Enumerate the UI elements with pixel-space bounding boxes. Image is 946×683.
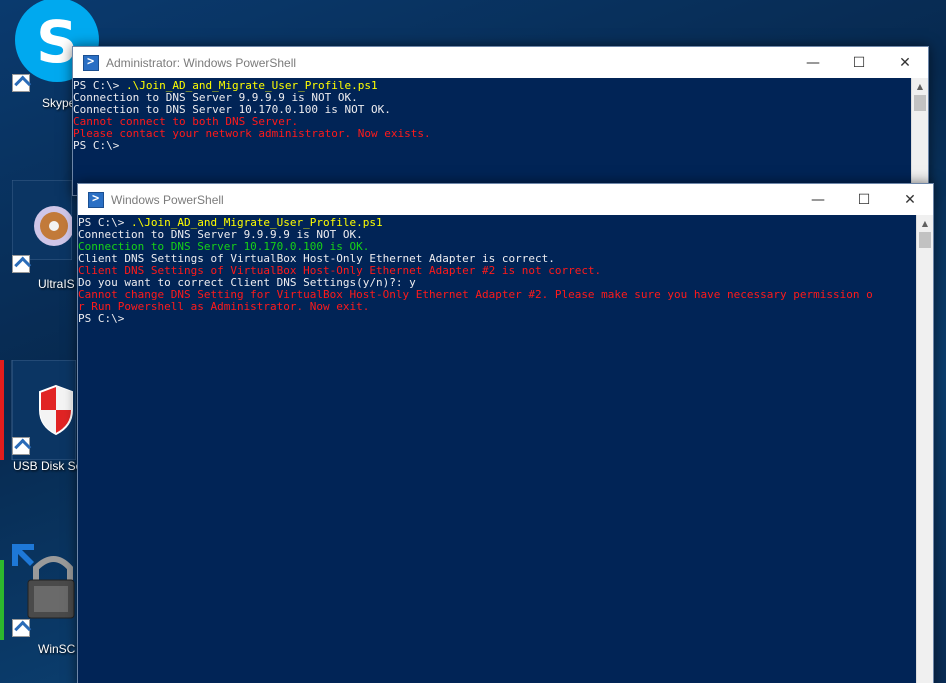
desktop-icon-label: UltraIS — [38, 277, 75, 291]
scroll-thumb[interactable] — [919, 232, 931, 248]
desktop-icon-label: USB Disk Se — [13, 459, 83, 473]
console-output[interactable]: PS C:\> .\Join_AD_and_Migrate_User_Profi… — [78, 215, 916, 683]
maximize-button[interactable]: ☐ — [836, 47, 882, 78]
shortcut-arrow-icon — [12, 619, 30, 637]
window-title: Administrator: Windows PowerShell — [106, 55, 297, 70]
powershell-window[interactable]: Windows PowerShell — ☐ ✕ PS C:\> .\Join_… — [77, 183, 934, 683]
powershell-icon — [88, 191, 104, 208]
console-line: r Run Powershell as Administrator. Now e… — [78, 301, 916, 313]
vertical-scrollbar[interactable]: ▲ — [916, 215, 933, 683]
scroll-up-arrow-icon[interactable]: ▲ — [912, 78, 928, 95]
vertical-scrollbar[interactable]: ▲ — [911, 78, 928, 195]
shortcut-arrow-icon — [12, 437, 30, 455]
desktop-icon-label: WinSC — [38, 642, 76, 656]
scroll-thumb[interactable] — [914, 95, 926, 111]
close-button[interactable]: ✕ — [887, 184, 933, 215]
window-title: Windows PowerShell — [111, 192, 224, 207]
shortcut-arrow-icon — [12, 255, 30, 273]
title-bar[interactable]: Windows PowerShell — ☐ ✕ — [78, 184, 933, 215]
maximize-button[interactable]: ☐ — [841, 184, 887, 215]
line-text: PS C:\> — [78, 312, 125, 325]
title-bar[interactable]: Administrator: Windows PowerShell — ☐ ✕ — [73, 47, 928, 78]
line-text: Please contact your network administrato… — [73, 127, 431, 140]
line-text: PS C:\> — [73, 139, 120, 152]
console-line: PS C:\> — [78, 313, 916, 325]
console-line: Please contact your network administrato… — [73, 128, 911, 140]
desktop-icon-usb-disk-security[interactable]: USB Disk Se — [0, 360, 82, 480]
scroll-up-arrow-icon[interactable]: ▲ — [917, 215, 933, 232]
console-line: PS C:\> — [73, 140, 911, 152]
console-output[interactable]: PS C:\> .\Join_AD_and_Migrate_User_Profi… — [73, 78, 911, 195]
desktop-icon-winscp[interactable]: WinSC — [0, 540, 76, 660]
shortcut-arrow-icon — [12, 74, 30, 92]
minimize-button[interactable]: — — [795, 184, 841, 215]
desktop-icon-label: Skype — [42, 96, 76, 110]
disc-icon — [12, 180, 72, 260]
admin-powershell-window[interactable]: Administrator: Windows PowerShell — ☐ ✕ … — [72, 46, 929, 196]
powershell-icon — [83, 54, 99, 71]
close-button[interactable]: ✕ — [882, 47, 928, 78]
minimize-button[interactable]: — — [790, 47, 836, 78]
